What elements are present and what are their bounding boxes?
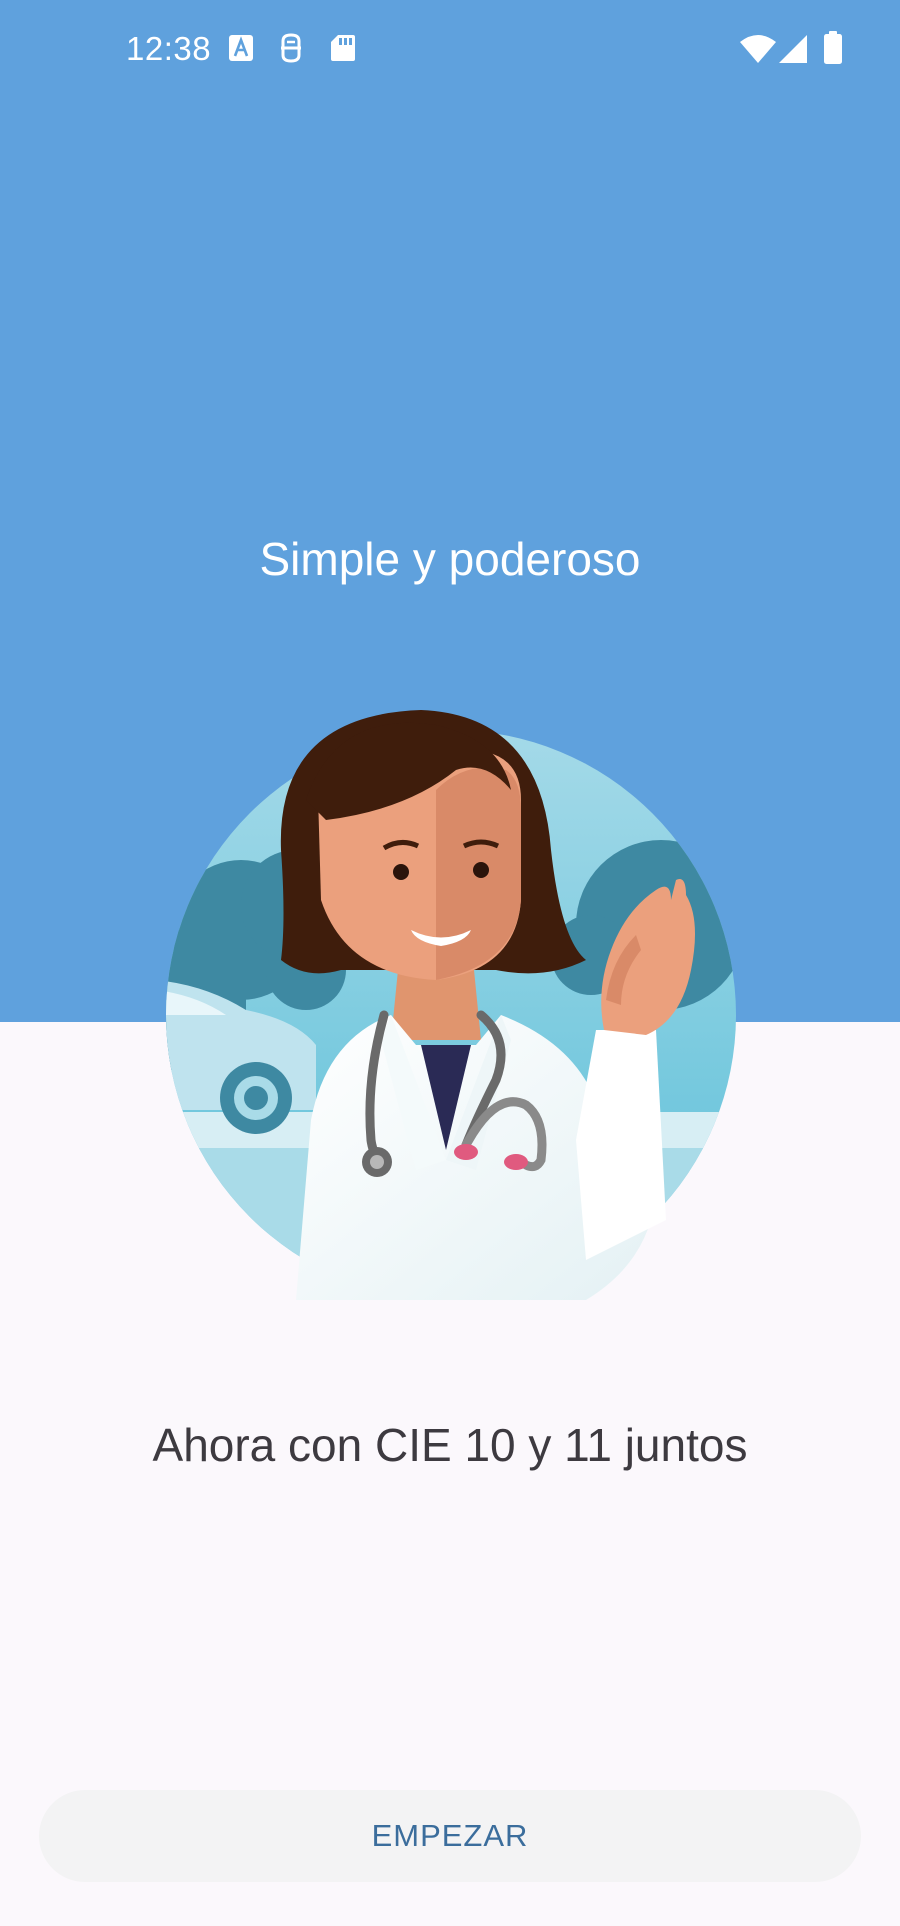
onboarding-screen: 12:38 Simple y poderoso Ahora con CIE 10… — [0, 0, 900, 1926]
sd-card-icon — [330, 33, 356, 63]
headline: Simple y poderoso — [259, 533, 641, 585]
subtitle: Ahora con CIE 10 y 11 juntos — [152, 1419, 748, 1471]
wifi-icon — [740, 34, 776, 64]
status-time: 12:38 — [126, 30, 212, 67]
signal-icon — [778, 34, 808, 64]
status-bar: 12:38 — [0, 0, 900, 100]
font-a-icon — [228, 33, 254, 63]
start-button[interactable]: EMPEZAR — [39, 1790, 861, 1882]
doctor-waving-illustration — [166, 700, 736, 1300]
battery-icon — [823, 31, 843, 65]
accessibility-icon — [278, 33, 304, 63]
